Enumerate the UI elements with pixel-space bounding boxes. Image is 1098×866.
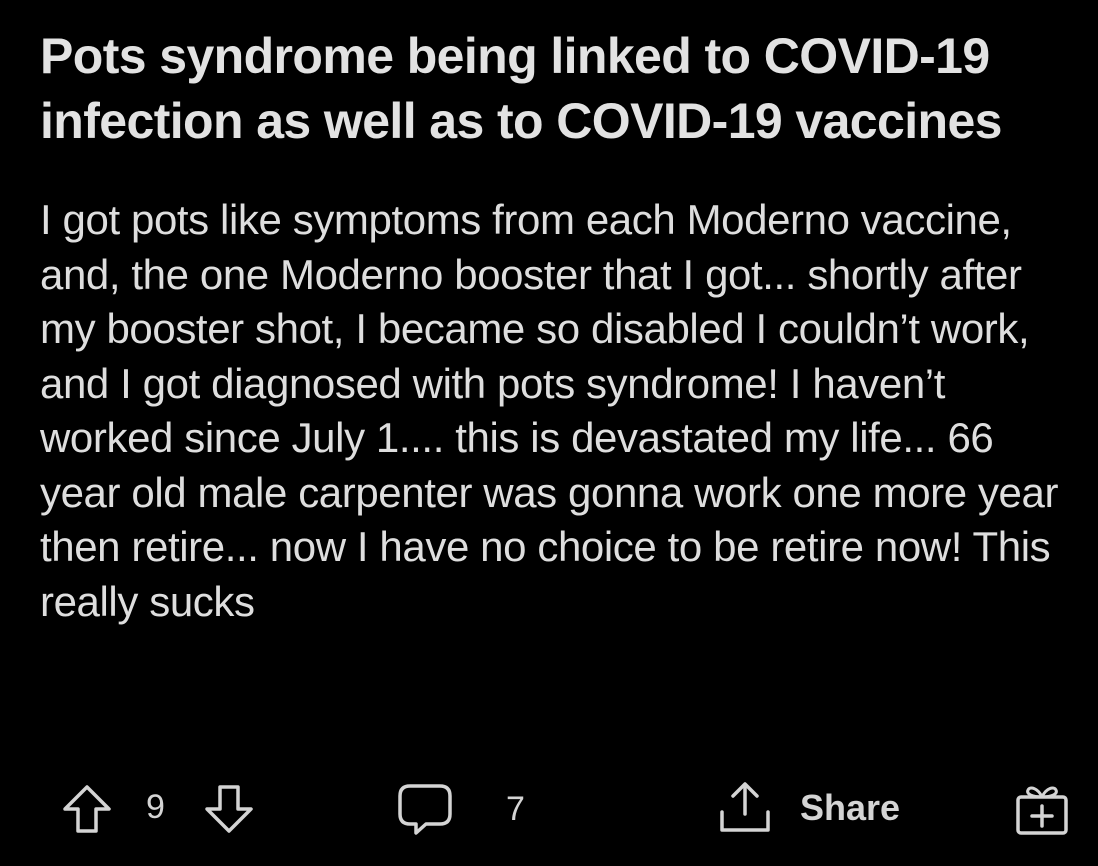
speech-bubble-icon[interactable] bbox=[396, 782, 454, 836]
share-button[interactable]: Share bbox=[716, 780, 900, 836]
arrow-up-outline-icon[interactable] bbox=[62, 784, 112, 834]
award-button[interactable] bbox=[1014, 780, 1070, 836]
vote-count: 9 bbox=[146, 788, 165, 827]
post-body: I got pots like symptoms from each Moder… bbox=[40, 196, 1059, 625]
vote-count-label: 9 bbox=[146, 788, 165, 826]
downvote-button[interactable] bbox=[204, 784, 254, 834]
gift-box-icon[interactable] bbox=[1014, 780, 1070, 836]
share-upload-icon[interactable] bbox=[716, 780, 774, 836]
share-label[interactable]: Share bbox=[800, 787, 900, 829]
upvote-button[interactable] bbox=[62, 784, 112, 834]
post-title[interactable]: Pots syndrome being linked to COVID-19 i… bbox=[40, 24, 1070, 154]
comment-count-label: 7 bbox=[506, 789, 525, 828]
arrow-down-outline-icon[interactable] bbox=[204, 784, 254, 834]
comments-button[interactable]: 7 bbox=[396, 782, 525, 836]
post-card: Pots syndrome being linked to COVID-19 i… bbox=[0, 0, 1098, 866]
post-action-bar: 9 7 Share bbox=[0, 770, 1098, 850]
